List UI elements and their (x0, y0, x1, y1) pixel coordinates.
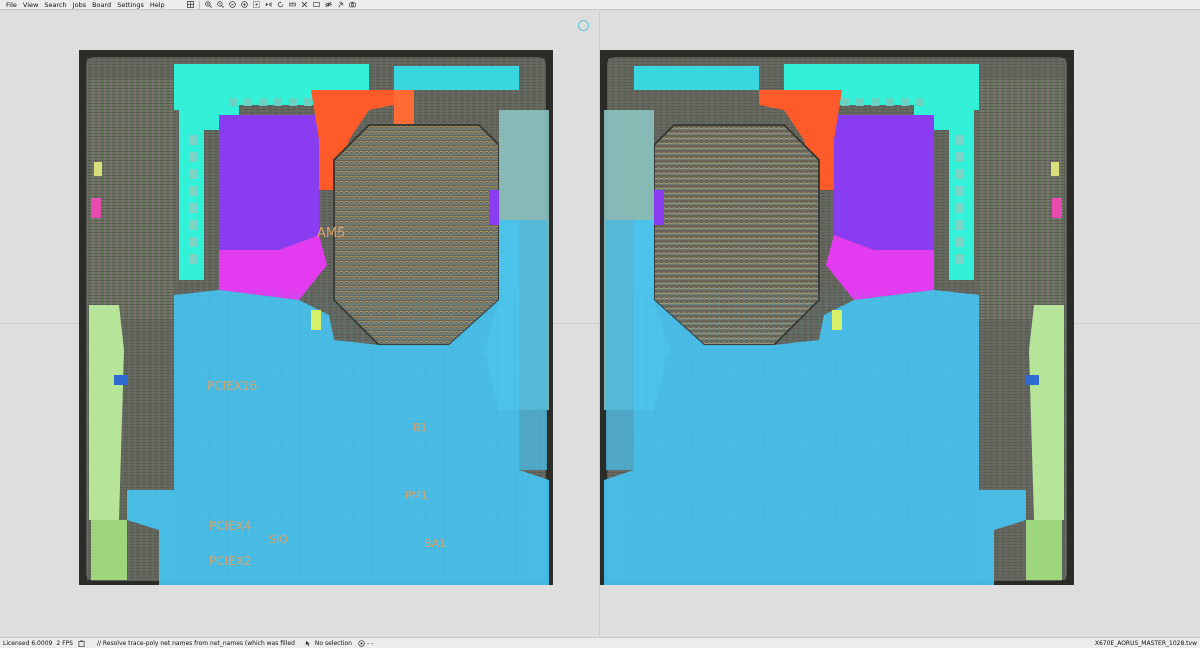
selection-icon (305, 640, 310, 646)
target-icon[interactable] (358, 639, 365, 647)
top-bar: File View Search Jobs Board Settings Hel… (0, 0, 1200, 10)
label-pciex16: PCIEX16 (207, 379, 257, 393)
label-ba1: BA1 (424, 537, 446, 550)
hide-icon[interactable] (312, 0, 321, 9)
zoom-in-icon[interactable] (204, 0, 213, 9)
menu-search[interactable]: Search (41, 0, 69, 10)
label-sio: SIO (269, 533, 288, 546)
board-view-bottom[interactable] (600, 50, 1074, 585)
fps-counter: 2 FPS (56, 639, 73, 647)
status-bar: Licensed 6.0009 2 FPS // Resolve trace-p… (0, 637, 1200, 648)
copper-pour-green (89, 305, 124, 520)
toolbar-divider (198, 0, 200, 9)
label-pciex2: PCIEX2 (209, 554, 252, 568)
label-b1: B1 (413, 421, 428, 434)
board-view-top[interactable]: AM5 PCIEX16 PCIEX4 PCIEX2 SIO PM1 BA1 B1 (79, 50, 553, 585)
zoom-out-icon[interactable] (216, 0, 225, 9)
flip-icon[interactable] (264, 0, 273, 9)
close-icon[interactable] (300, 0, 309, 9)
toolbar (186, 0, 357, 9)
menu-board[interactable]: Board (89, 0, 114, 10)
menu-settings[interactable]: Settings (114, 0, 147, 10)
selection-status: No selection (314, 639, 352, 647)
menu-view[interactable]: View (20, 0, 41, 10)
zoom-fit-icon[interactable] (228, 0, 237, 9)
menu-jobs[interactable]: Jobs (70, 0, 89, 10)
cursor-ring (578, 20, 589, 31)
camera-icon[interactable] (348, 0, 357, 9)
board-canvas[interactable]: AM5 PCIEX16 PCIEX4 PCIEX2 SIO PM1 BA1 B1 (0, 11, 1200, 637)
grid-icon[interactable] (186, 0, 195, 9)
rotate-icon[interactable] (276, 0, 285, 9)
pin-icon[interactable] (336, 0, 345, 9)
clipboard-icon[interactable] (78, 640, 85, 647)
label-pciex4: PCIEX4 (209, 519, 252, 533)
menu-help[interactable]: Help (147, 0, 168, 10)
label-am5: AM5 (317, 226, 345, 241)
select-icon[interactable] (252, 0, 261, 9)
measure-icon[interactable] (288, 0, 297, 9)
menu-bar: File View Search Jobs Board Settings Hel… (0, 0, 168, 10)
license-status: Licensed 6.0009 (3, 639, 53, 647)
file-name: X670E_AORUS_MASTER_1028.tvw (1094, 639, 1197, 647)
menu-file[interactable]: File (3, 0, 20, 10)
zoom-area-icon[interactable] (240, 0, 249, 9)
label-pm1: PM1 (405, 489, 428, 502)
coordinate-readout: - - (366, 639, 374, 647)
log-message: // Resolve trace-poly net names from net… (96, 639, 295, 647)
eye-icon[interactable] (324, 0, 333, 9)
